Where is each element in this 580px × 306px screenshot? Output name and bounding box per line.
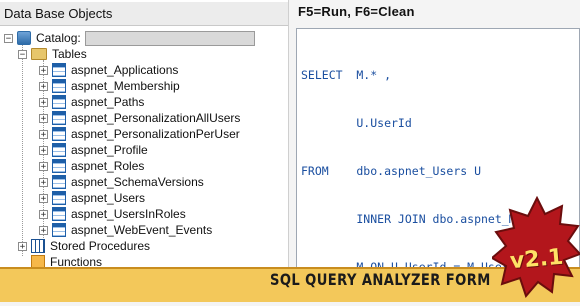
stored-procedure-icon: [31, 239, 45, 253]
table-icon: [52, 191, 66, 205]
table-item[interactable]: + aspnet_Paths: [39, 94, 144, 110]
stored-procedures-node[interactable]: + Stored Procedures: [18, 238, 150, 254]
table-name: aspnet_Paths: [71, 95, 145, 109]
table-item[interactable]: + aspnet_Applications: [39, 62, 178, 78]
table-name: aspnet_PersonalizationAllUsers: [71, 111, 241, 125]
table-icon: [52, 223, 66, 237]
expand-icon[interactable]: +: [39, 161, 48, 171]
collapse-icon[interactable]: −: [4, 33, 13, 43]
catalog-label: Catalog:: [36, 31, 81, 45]
expand-icon[interactable]: +: [39, 177, 48, 187]
sql-line: U.UserId: [301, 116, 412, 130]
panel-title: Data Base Objects: [0, 2, 288, 26]
table-item[interactable]: + aspnet_UsersInRoles: [39, 206, 186, 222]
table-item[interactable]: + aspnet_Profile: [39, 142, 148, 158]
expand-icon[interactable]: +: [39, 129, 48, 139]
table-item[interactable]: + aspnet_Users: [39, 190, 145, 206]
folder-icon: [31, 48, 47, 60]
table-name: aspnet_Membership: [71, 79, 180, 93]
expand-icon[interactable]: +: [39, 97, 48, 107]
tables-node[interactable]: − Tables: [18, 46, 87, 62]
shortcut-hint: F5=Run, F6=Clean: [298, 4, 415, 19]
table-item[interactable]: + aspnet_SchemaVersions: [39, 174, 204, 190]
expand-icon[interactable]: +: [39, 113, 48, 123]
functions-node[interactable]: + Functions: [18, 254, 102, 268]
table-item[interactable]: + aspnet_PersonalizationPerUser: [39, 126, 240, 142]
catalog-node[interactable]: − Catalog:: [4, 30, 255, 46]
table-name: aspnet_PersonalizationPerUser: [71, 127, 240, 141]
table-icon: [52, 79, 66, 93]
table-name: aspnet_Users: [71, 191, 146, 205]
sql-line: SELECT M.* ,: [301, 68, 392, 82]
table-icon: [52, 63, 66, 77]
table-item[interactable]: + aspnet_Roles: [39, 158, 144, 174]
table-icon: [52, 95, 66, 109]
table-name: aspnet_SchemaVersions: [71, 175, 204, 189]
table-icon: [52, 159, 66, 173]
catalog-selector[interactable]: [84, 30, 255, 46]
object-browser-panel: Data Base Objects − Catalog: − Tables + a…: [0, 0, 289, 268]
expand-icon[interactable]: +: [18, 241, 27, 251]
version-label: v2.1: [509, 244, 565, 275]
expand-icon[interactable]: +: [39, 145, 48, 155]
table-icon: [52, 143, 66, 157]
table-name: aspnet_Applications: [71, 63, 179, 77]
table-icon: [52, 127, 66, 141]
expand-icon[interactable]: +: [39, 225, 48, 235]
expand-icon[interactable]: +: [39, 81, 48, 91]
expand-icon[interactable]: +: [39, 193, 48, 203]
table-name: aspnet_Profile: [71, 143, 148, 157]
functions-label: Functions: [50, 255, 103, 268]
table-name: aspnet_WebEvent_Events: [71, 223, 213, 237]
banner-title: SQL QUERY ANALYZER FORM: [270, 270, 491, 289]
expand-icon[interactable]: +: [39, 65, 48, 75]
table-item[interactable]: + aspnet_Membership: [39, 78, 180, 94]
database-icon: [17, 31, 31, 45]
table-item[interactable]: + aspnet_WebEvent_Events: [39, 222, 212, 238]
tree-guide: [22, 44, 23, 256]
table-name: aspnet_Roles: [71, 159, 145, 173]
expand-icon[interactable]: +: [39, 209, 48, 219]
sql-line: FROM dbo.aspnet_Users U: [301, 164, 482, 178]
table-icon: [52, 207, 66, 221]
table-icon: [52, 111, 66, 125]
table-icon: [52, 175, 66, 189]
stored-procedures-label: Stored Procedures: [50, 239, 151, 253]
table-item[interactable]: + aspnet_PersonalizationAllUsers: [39, 110, 240, 126]
tables-label: Tables: [52, 47, 87, 61]
collapse-icon[interactable]: −: [18, 49, 27, 59]
database-tree: − Catalog: − Tables + aspnet_Applications…: [0, 28, 288, 268]
table-name: aspnet_UsersInRoles: [71, 207, 186, 221]
